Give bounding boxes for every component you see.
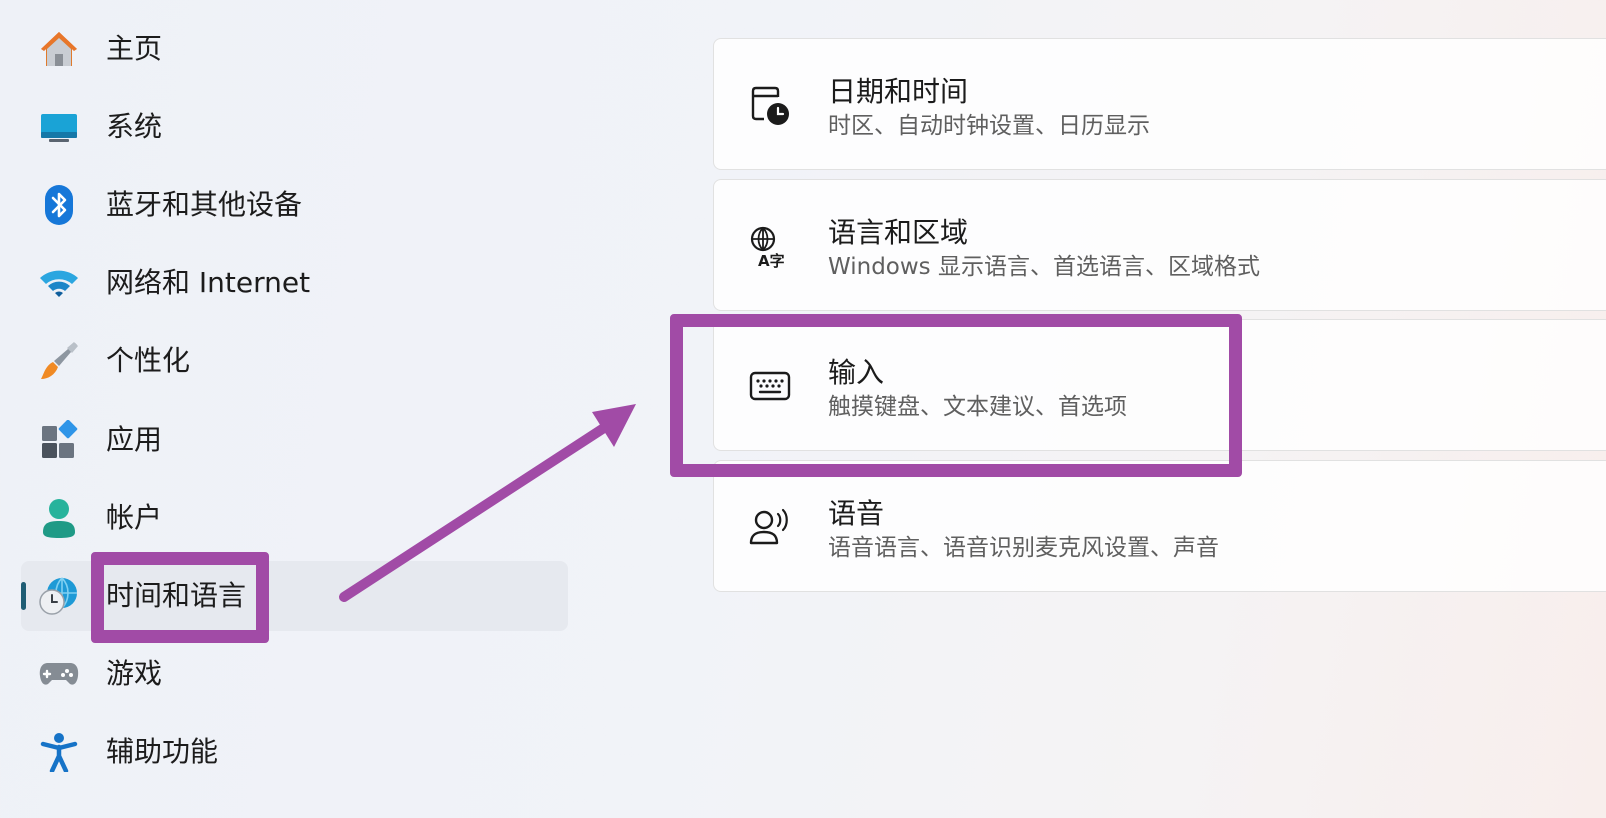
sidebar-item-gaming[interactable]: 游戏 xyxy=(21,639,568,709)
monitor-icon xyxy=(39,107,79,147)
card-title: 输入 xyxy=(828,356,885,389)
wifi-icon xyxy=(39,263,79,303)
sidebar-item-system[interactable]: 系统 xyxy=(21,92,568,162)
sidebar-item-label: 帐户 xyxy=(106,501,163,534)
paintbrush-icon xyxy=(39,341,79,381)
card-subtitle: 时区、自动时钟设置、日历显示 xyxy=(828,113,1150,139)
sidebar-item-label: 辅助功能 xyxy=(106,735,219,768)
sidebar-item-label: 时间和语言 xyxy=(106,579,247,612)
account-icon xyxy=(39,498,79,538)
accessibility-icon xyxy=(39,732,79,772)
language-icon: A字 xyxy=(748,224,792,268)
keyboard-icon xyxy=(748,364,792,408)
sidebar-item-time-language[interactable]: 时间和语言 xyxy=(21,561,568,631)
card-title: 语言和区域 xyxy=(828,216,969,249)
card-speech[interactable]: 语音 语音语言、语音识别麦克风设置、声音 xyxy=(713,460,1606,592)
sidebar-item-bluetooth[interactable]: 蓝牙和其他设备 xyxy=(21,170,568,240)
calendar-clock-icon xyxy=(748,83,792,127)
sidebar-item-label: 网络和 Internet xyxy=(106,266,311,299)
card-subtitle: Windows 显示语言、首选语言、区域格式 xyxy=(828,254,1260,280)
svg-text:A字: A字 xyxy=(758,252,785,268)
sidebar-item-label: 应用 xyxy=(106,423,163,456)
sidebar-item-home[interactable]: 主页 xyxy=(21,14,568,84)
card-subtitle: 语音语言、语音识别麦克风设置、声音 xyxy=(828,535,1219,561)
gamepad-icon xyxy=(39,654,79,694)
sidebar-item-network[interactable]: 网络和 Internet xyxy=(21,248,568,318)
card-subtitle: 触摸键盘、文本建议、首选项 xyxy=(828,394,1127,420)
card-typing[interactable]: 输入 触摸键盘、文本建议、首选项 xyxy=(713,319,1606,451)
sidebar-item-accounts[interactable]: 帐户 xyxy=(21,483,568,553)
card-language-region[interactable]: A字 语言和区域 Windows 显示语言、首选语言、区域格式 xyxy=(713,179,1606,311)
card-title: 语音 xyxy=(828,497,885,530)
sidebar-item-label: 系统 xyxy=(106,110,163,143)
sidebar-item-label: 游戏 xyxy=(106,657,163,690)
sidebar-item-label: 蓝牙和其他设备 xyxy=(106,188,303,221)
bluetooth-icon xyxy=(39,185,79,225)
sidebar-item-accessibility[interactable]: 辅助功能 xyxy=(21,717,568,787)
sidebar-item-label: 主页 xyxy=(106,32,163,65)
apps-icon xyxy=(39,420,79,460)
card-title: 日期和时间 xyxy=(828,75,969,108)
selection-indicator xyxy=(21,582,26,610)
home-icon xyxy=(39,29,79,69)
settings-sidebar: 主页 系统 蓝牙和其他设备 网络和 Internet 个性化 应用 帐户 时间和… xyxy=(0,0,600,818)
sidebar-item-label: 个性化 xyxy=(106,344,191,377)
card-date-time[interactable]: 日期和时间 时区、自动时钟设置、日历显示 xyxy=(713,38,1606,170)
sidebar-item-apps[interactable]: 应用 xyxy=(21,405,568,475)
speech-icon xyxy=(748,505,792,549)
sidebar-item-personalization[interactable]: 个性化 xyxy=(21,326,568,396)
globe-clock-icon xyxy=(39,576,79,616)
